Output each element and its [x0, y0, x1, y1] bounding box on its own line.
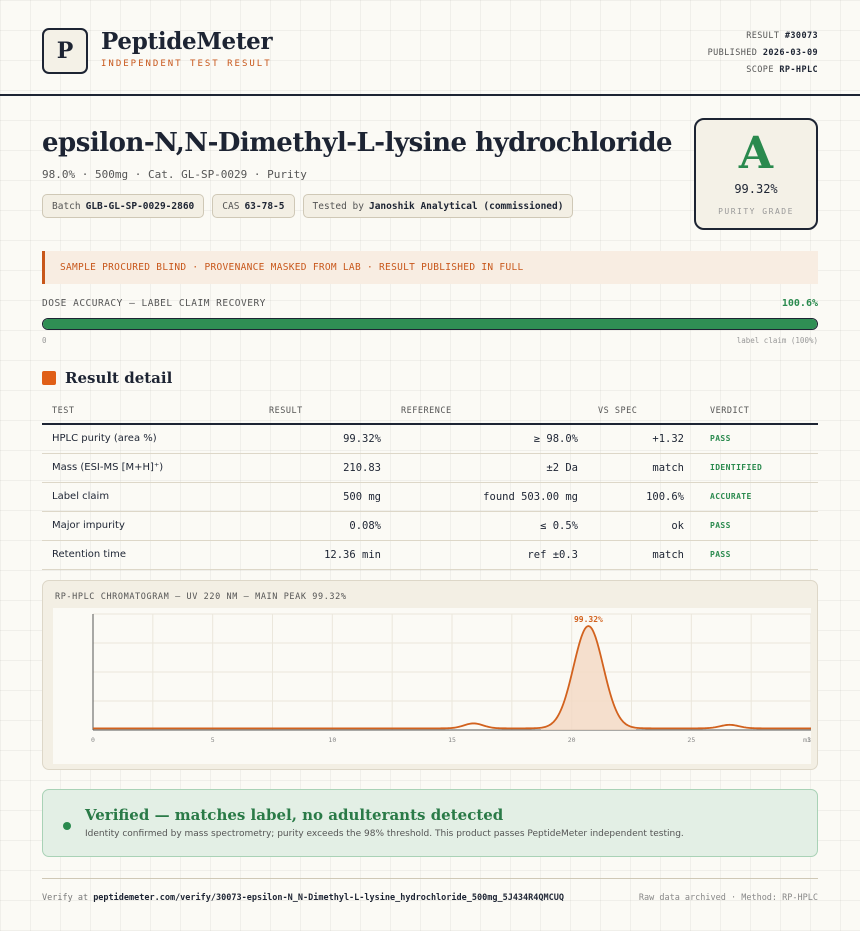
cell-result: 99.32% [259, 424, 391, 454]
section-title: Result detail [65, 369, 173, 387]
results-table: TEST RESULT REFERENCE VS SPEC VERDICT HP… [42, 399, 818, 570]
x-tick-label: 0 [91, 736, 95, 744]
result-id: #30073 [784, 31, 818, 41]
dose-accuracy-value: 100.6% [781, 298, 818, 309]
chromatogram-chart: 99.32%051015202530min [53, 608, 811, 764]
cell-vs-spec: +1.32 [588, 424, 694, 454]
grade-purity: 99.32% [734, 182, 778, 196]
logo: P [42, 28, 88, 74]
chromatogram-title: RP-HPLC CHROMATOGRAM — UV 220 NM — MAIN … [55, 592, 347, 602]
chip-label: Tested by [312, 200, 364, 212]
cell-test: Major impurity [42, 511, 259, 541]
col-reference-header: REFERENCE [391, 399, 588, 425]
footer-method: Raw data archived · Method: RP-HPLC [638, 893, 818, 903]
cell-reference: ref ±0.3 [391, 540, 588, 570]
product-subline: 98.0% · 500mg · Cat. GL-SP-0029 · Purity [42, 168, 307, 181]
cell-test: HPLC purity (area %) [42, 424, 259, 454]
purity-grade-card: A 99.32% PURITY GRADE [694, 118, 818, 230]
verified-dot-icon [63, 822, 71, 830]
result-detail-heading: Result detail [42, 369, 172, 387]
cas-chip: CAS 63-78-5 [212, 194, 295, 218]
verified-title: Verified — matches label, no adulterants… [85, 806, 504, 824]
col-result-header: RESULT [259, 399, 391, 425]
cell-test: Mass (ESI-MS [M+H]⁺) [42, 453, 259, 483]
table-row: Label claim 500 mg found 503.00 mg 100.6… [42, 482, 818, 512]
scope-label: SCOPE [746, 65, 774, 75]
bar-max-label: label claim (100%) [736, 336, 818, 345]
brand-name: PeptideMeter [101, 28, 273, 55]
table-header-row: TEST RESULT REFERENCE VS SPEC VERDICT [42, 399, 818, 425]
cell-verdict: PASS [694, 540, 818, 570]
chip-label: Batch [52, 200, 81, 212]
cell-result: 12.36 min [259, 540, 391, 570]
cell-verdict: PASS [694, 511, 818, 541]
col-vs-spec-header: VS SPEC [588, 399, 694, 425]
main-peak-label: 99.32% [574, 615, 603, 624]
published-label: PUBLISHED [707, 48, 758, 58]
section-marker-icon [42, 371, 56, 385]
cell-reference: ≤ 0.5% [391, 511, 588, 541]
cell-vs-spec: match [588, 540, 694, 570]
x-tick-label: 10 [328, 736, 336, 744]
cell-result: 210.83 [259, 453, 391, 483]
dose-progress-bar [42, 318, 818, 330]
table-row: HPLC purity (area %) 99.32% ≥ 98.0% +1.3… [42, 424, 818, 454]
cell-vs-spec: 100.6% [588, 482, 694, 512]
footer-verify: Verify at peptidemeter.com/verify/30073-… [42, 893, 564, 903]
cell-result: 500 mg [259, 482, 391, 512]
cell-test: Retention time [42, 540, 259, 570]
cell-verdict: PASS [694, 424, 818, 454]
chromatogram-card: RP-HPLC CHROMATOGRAM — UV 220 NM — MAIN … [42, 580, 818, 770]
brand-tagline: INDEPENDENT TEST RESULT [101, 59, 272, 69]
cell-vs-spec: match [588, 453, 694, 483]
col-test-header: TEST [42, 399, 259, 425]
verified-banner: Verified — matches label, no adulterants… [42, 789, 818, 857]
dose-accuracy-label: DOSE ACCURACY — LABEL CLAIM RECOVERY [42, 298, 266, 309]
product-title: epsilon-N,N-Dimethyl-L-lysine hydrochlor… [42, 128, 673, 158]
published-date: 2026-03-09 [762, 48, 818, 58]
chip-label: CAS [222, 200, 240, 212]
dose-progress-fill [43, 319, 817, 329]
chip-value: 63-78-5 [244, 200, 285, 212]
x-tick-label: 5 [211, 736, 215, 744]
grade-letter: A [738, 128, 774, 179]
x-tick-label: 15 [448, 736, 456, 744]
chart-plot-background [53, 608, 811, 764]
cell-test: Label claim [42, 482, 259, 512]
batch-chip: Batch GLB-GL-SP-0029-2860 [42, 194, 205, 218]
x-tick-label: 25 [687, 736, 695, 744]
chip-value: GLB-GL-SP-0029-2860 [85, 200, 195, 212]
cell-reference: ±2 Da [391, 453, 588, 483]
result-id-label: RESULT [746, 31, 780, 41]
bar-min-label: 0 [42, 336, 47, 345]
result-meta: RESULT #30073 PUBLISHED 2026-03-09 SCOPE… [708, 28, 818, 79]
tested-by-chip: Tested by Janoshik Analytical (commission… [302, 194, 574, 218]
grade-label: PURITY GRADE [718, 207, 794, 216]
cell-reference: found 503.00 mg [391, 482, 588, 512]
scope-value: RP-HPLC [779, 65, 818, 75]
chip-value: Janoshik Analytical (commissioned) [368, 200, 564, 212]
blind-notice: SAMPLE PROCURED BLIND · PROVENANCE MASKE… [42, 251, 818, 284]
col-verdict-header: VERDICT [694, 399, 818, 425]
cell-verdict: IDENTIFIED [694, 453, 818, 483]
table-row: Retention time 12.36 min ref ±0.3 match … [42, 540, 818, 570]
x-axis-unit-label: min [803, 736, 811, 744]
header: P PeptideMeter INDEPENDENT TEST RESULT R… [0, 0, 860, 96]
cell-vs-spec: ok [588, 511, 694, 541]
x-tick-label: 20 [568, 736, 576, 744]
cell-reference: ≥ 98.0% [391, 424, 588, 454]
verify-link[interactable]: peptidemeter.com/verify/30073-epsilon-N_… [93, 893, 564, 903]
cell-result: 0.08% [259, 511, 391, 541]
verify-prefix: Verify at [42, 893, 89, 903]
cell-verdict: ACCURATE [694, 482, 818, 512]
footer-divider [42, 878, 818, 879]
table-row: Major impurity 0.08% ≤ 0.5% ok PASS [42, 511, 818, 541]
table-row: Mass (ESI-MS [M+H]⁺) 210.83 ±2 Da match … [42, 453, 818, 483]
product-chips: Batch GLB-GL-SP-0029-2860 CAS 63-78-5 Test… [42, 194, 574, 218]
verified-text: Identity confirmed by mass spectrometry;… [85, 829, 684, 839]
